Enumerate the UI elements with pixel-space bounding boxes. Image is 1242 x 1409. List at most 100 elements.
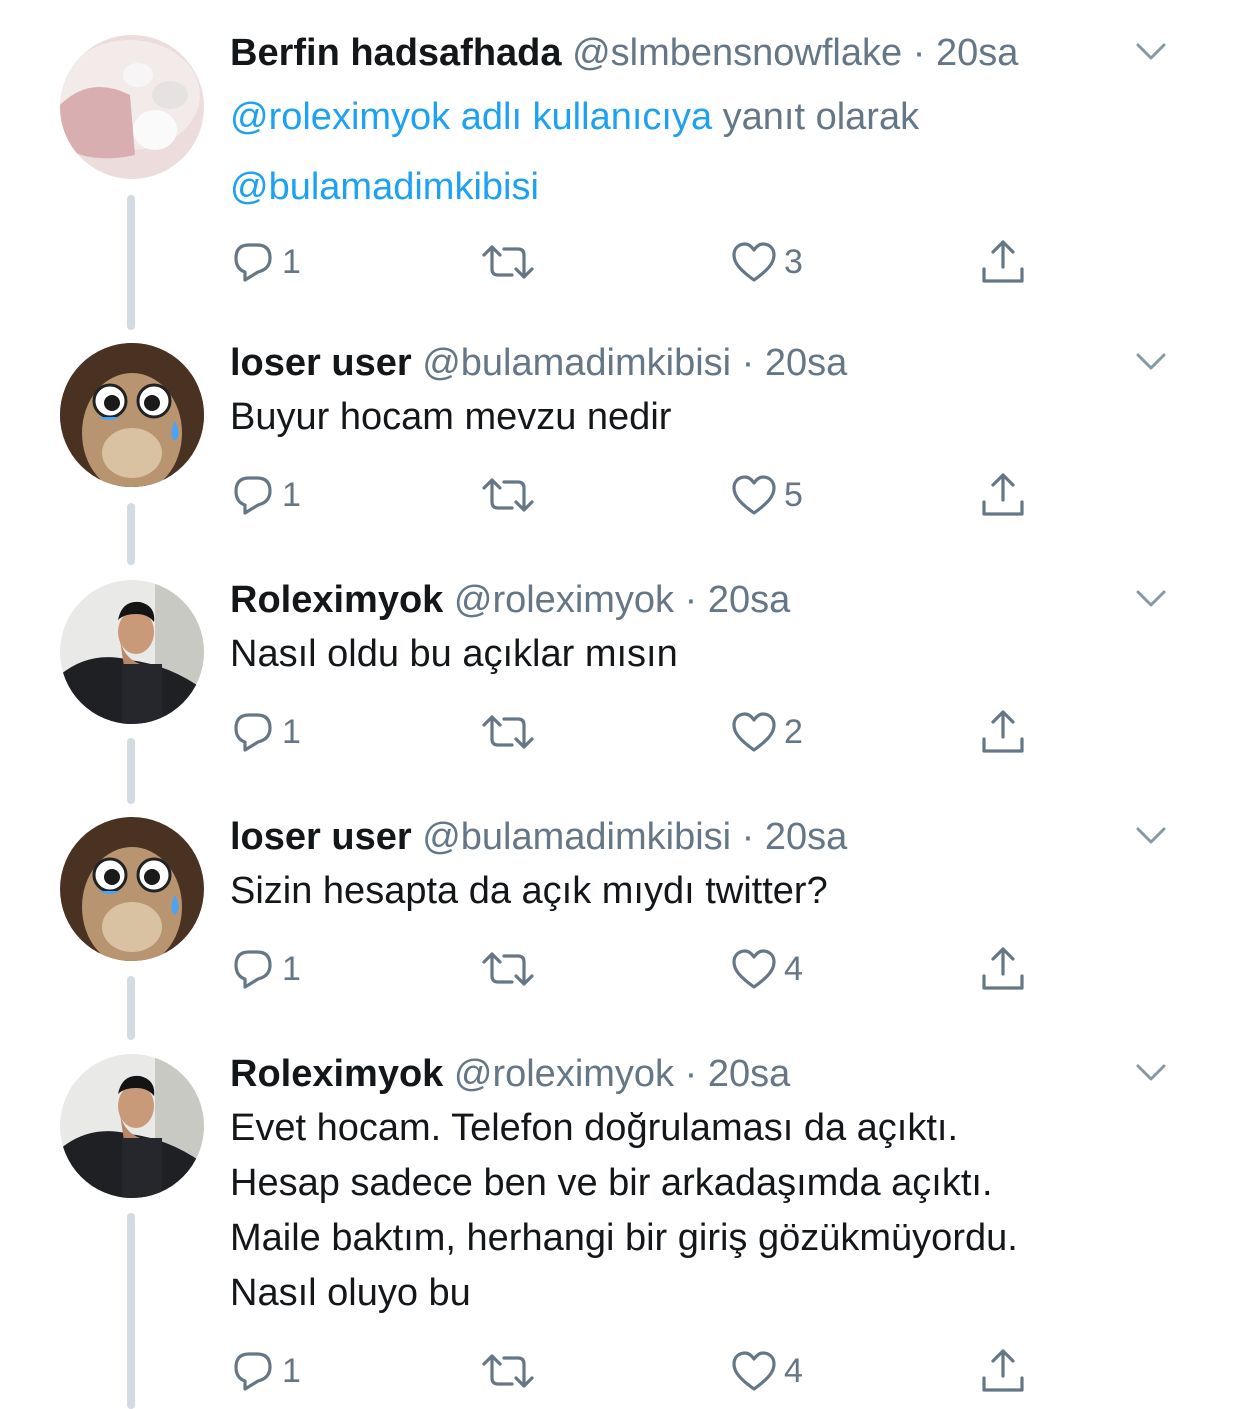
display-name[interactable]: Berfin hadsafhada — [230, 32, 562, 74]
like-icon — [732, 242, 776, 282]
tweet-header: loser user @bulamadimkibisi · 20sa — [230, 340, 1202, 386]
reply-count: 1 — [282, 1351, 301, 1390]
tweet-text-line: Nasıl oluyo bu — [230, 1272, 471, 1314]
share-button[interactable] — [978, 702, 1028, 762]
separator: · — [674, 579, 708, 621]
like-count: 3 — [784, 242, 803, 281]
avatar[interactable] — [60, 343, 204, 487]
handle[interactable]: @roleximyok — [454, 579, 674, 621]
more-options-button[interactable] — [1122, 577, 1182, 623]
reply-button[interactable]: 1 — [230, 939, 301, 999]
chevron-down-icon — [1136, 353, 1166, 370]
timestamp[interactable]: 20sa — [936, 32, 1018, 74]
share-icon — [982, 473, 1024, 516]
tweet-actions: 1 5 — [230, 465, 1202, 525]
thread-line — [127, 976, 135, 1040]
reply-button[interactable]: 1 — [230, 232, 301, 292]
share-icon — [982, 947, 1024, 990]
retweet-icon — [482, 952, 534, 986]
reply-icon — [234, 950, 272, 989]
reply-icon — [234, 476, 272, 515]
retweet-button[interactable] — [480, 1341, 536, 1401]
reply-icon — [234, 1352, 272, 1391]
like-icon — [732, 712, 776, 752]
thread-line — [127, 195, 135, 330]
reply-count: 1 — [282, 949, 301, 988]
like-count: 2 — [784, 712, 803, 751]
avatar[interactable] — [60, 1054, 204, 1198]
like-icon — [732, 1351, 776, 1391]
chevron-down-icon — [1136, 827, 1166, 844]
reply-count: 1 — [282, 242, 301, 281]
share-icon — [982, 710, 1024, 753]
chevron-down-icon — [1136, 43, 1166, 60]
tweet-header: Berfin hadsafhada @slmbensnowflake · 20s… — [230, 30, 1202, 76]
reply-context: @roleximyok adlı kullanıcıya yanıt olara… — [230, 82, 1202, 222]
tweet-text: Evet hocam. Telefon doğrulaması da açıkt… — [230, 1101, 1202, 1321]
share-button[interactable] — [978, 232, 1028, 292]
share-button[interactable] — [978, 465, 1028, 525]
like-icon — [732, 949, 776, 989]
reply-button[interactable]: 1 — [230, 702, 301, 762]
display-name[interactable]: loser user — [230, 816, 412, 858]
retweet-button[interactable] — [480, 465, 536, 525]
retweet-button[interactable] — [480, 702, 536, 762]
reply-button[interactable]: 1 — [230, 1341, 301, 1401]
retweet-button[interactable] — [480, 232, 536, 292]
reply-count: 1 — [282, 712, 301, 751]
separator: · — [674, 1053, 708, 1095]
reply-icon — [234, 713, 272, 752]
timestamp[interactable]: 20sa — [765, 816, 847, 858]
reply-to-link[interactable]: @roleximyok adlı kullanıcıya — [230, 96, 712, 138]
tweet-text: Sizin hesapta da açık mıydı twitter? — [230, 870, 828, 912]
retweet-icon — [482, 245, 534, 279]
display-name[interactable]: Roleximyok — [230, 579, 443, 621]
handle[interactable]: @slmbensnowflake — [572, 32, 902, 74]
avatar[interactable] — [60, 817, 204, 961]
share-button[interactable] — [978, 939, 1028, 999]
reply-to-suffix: yanıt olarak — [712, 96, 920, 138]
like-button[interactable]: 3 — [730, 232, 803, 292]
like-count: 4 — [784, 1351, 803, 1390]
tweet-actions: 1 2 — [230, 702, 1202, 762]
retweet-icon — [482, 1354, 534, 1388]
display-name[interactable]: Roleximyok — [230, 1053, 443, 1095]
tweet-text-line: Evet hocam. Telefon doğrulaması da açıkt… — [230, 1107, 959, 1149]
tweet-actions: 1 4 — [230, 939, 1202, 999]
tweet-text: Nasıl oldu bu açıklar mısın — [230, 633, 678, 675]
avatar[interactable] — [60, 35, 204, 179]
thread-line — [127, 738, 135, 804]
like-button[interactable]: 4 — [730, 939, 803, 999]
tweet-header: Roleximyok @roleximyok · 20sa — [230, 577, 1202, 623]
timestamp[interactable]: 20sa — [708, 579, 790, 621]
tweet-text: Buyur hocam mevzu nedir — [230, 396, 672, 438]
share-button[interactable] — [978, 1341, 1028, 1401]
separator: · — [902, 32, 936, 74]
like-button[interactable]: 4 — [730, 1341, 803, 1401]
thread-line — [127, 503, 135, 565]
timestamp[interactable]: 20sa — [765, 342, 847, 384]
display-name[interactable]: loser user — [230, 342, 412, 384]
tweet-text-line: Maile baktım, herhangi bir giriş gözükmü… — [230, 1217, 1018, 1259]
more-options-button[interactable] — [1122, 30, 1182, 76]
avatar[interactable] — [60, 580, 204, 724]
mention-link[interactable]: @bulamadimkibisi — [230, 166, 539, 208]
reply-icon — [234, 243, 272, 282]
timestamp[interactable]: 20sa — [708, 1053, 790, 1095]
like-count: 5 — [784, 475, 803, 514]
share-icon — [982, 1349, 1024, 1392]
chevron-down-icon — [1136, 590, 1166, 607]
more-options-button[interactable] — [1122, 1051, 1182, 1097]
thread-line — [127, 1213, 135, 1409]
like-count: 4 — [784, 949, 803, 988]
tweet-actions: 1 4 — [230, 1341, 1202, 1401]
reply-button[interactable]: 1 — [230, 465, 301, 525]
like-button[interactable]: 2 — [730, 702, 803, 762]
retweet-button[interactable] — [480, 939, 536, 999]
handle[interactable]: @bulamadimkibisi — [422, 816, 731, 858]
more-options-button[interactable] — [1122, 814, 1182, 860]
handle[interactable]: @roleximyok — [454, 1053, 674, 1095]
like-button[interactable]: 5 — [730, 465, 803, 525]
more-options-button[interactable] — [1122, 340, 1182, 386]
handle[interactable]: @bulamadimkibisi — [422, 342, 731, 384]
